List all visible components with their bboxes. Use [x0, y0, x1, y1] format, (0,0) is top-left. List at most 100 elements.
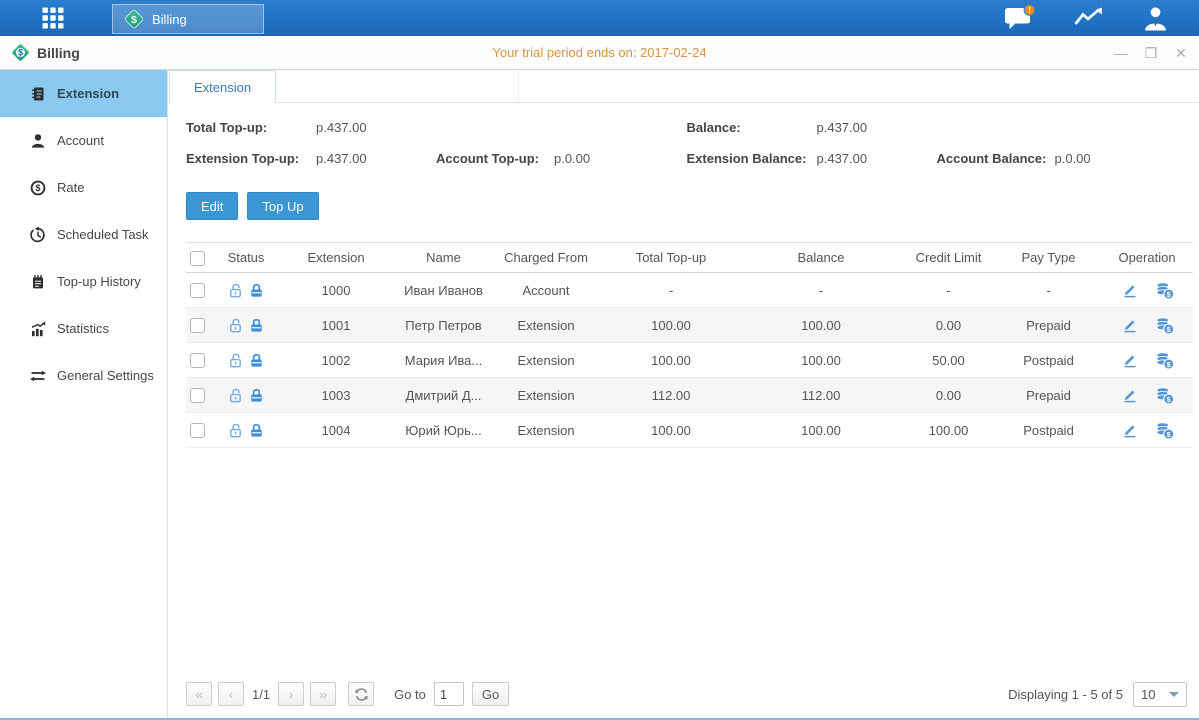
svg-text:$: $	[1166, 394, 1170, 403]
topup-row-icon[interactable]: $	[1155, 421, 1174, 440]
sidebar-item-account[interactable]: Account	[0, 117, 167, 164]
table-header-row: Status Extension Name Charged From Total…	[186, 243, 1193, 273]
notification-badge: !	[1028, 5, 1031, 15]
edit-row-icon[interactable]	[1121, 316, 1139, 334]
goto-page-input[interactable]	[434, 682, 464, 706]
edit-row-icon[interactable]	[1121, 421, 1139, 439]
unlocked-icon	[227, 282, 244, 299]
cell-total_top_up: 100.00	[601, 308, 741, 343]
billing-window-icon: $	[10, 42, 31, 63]
cell-extension: 1001	[276, 308, 396, 343]
cell-charged_from: Extension	[491, 308, 601, 343]
sidebar-label: Top-up History	[57, 274, 141, 289]
table-row[interactable]: 1000 Иван Иванов Account - - - -	[186, 273, 1193, 308]
cell-total_top_up: 100.00	[601, 413, 741, 448]
row-checkbox[interactable]	[190, 353, 205, 368]
cell-name: Петр Петров	[396, 308, 491, 343]
sidebar-item-general-settings[interactable]: General Settings	[0, 352, 167, 399]
select-all-checkbox[interactable]	[190, 251, 205, 266]
swap-arrows-icon	[30, 368, 46, 384]
extension-table-body: 1000 Иван Иванов Account - - - -	[186, 273, 1193, 448]
refresh-button[interactable]	[348, 682, 374, 706]
cell-credit_limit: 0.00	[901, 308, 996, 343]
row-checkbox[interactable]	[190, 318, 205, 333]
col-status: Status	[216, 243, 276, 273]
table-row[interactable]: 1003 Дмитрий Д... Extension 112.00 112.0…	[186, 378, 1193, 413]
table-row[interactable]: 1002 Мария Ива... Extension 100.00 100.0…	[186, 343, 1193, 378]
sidebar-item-statistics[interactable]: Statistics	[0, 305, 167, 352]
row-checkbox[interactable]	[190, 423, 205, 438]
cell-balance: 100.00	[741, 308, 901, 343]
user-account-icon[interactable]	[1142, 5, 1169, 32]
topup-row-icon[interactable]: $	[1155, 351, 1174, 370]
system-topbar: $ Billing !	[0, 0, 1199, 36]
locked-icon	[248, 352, 265, 369]
minimize-button[interactable]: —	[1113, 46, 1129, 60]
person-icon	[30, 133, 46, 149]
cell-balance: 112.00	[741, 378, 901, 413]
pagination-bar: « ‹ 1/1 › » Go to Go	[186, 670, 1187, 718]
sidebar-item-extension[interactable]: Extension	[0, 70, 167, 117]
next-page-button[interactable]: ›	[278, 682, 304, 706]
topup-row-icon[interactable]: $	[1155, 316, 1174, 335]
topup-row-icon[interactable]: $	[1155, 386, 1174, 405]
page-size-value: 10	[1141, 687, 1155, 702]
svg-text:$: $	[1166, 289, 1170, 298]
taskbar-tab-billing[interactable]: $ Billing	[112, 4, 264, 34]
resource-monitor-icon[interactable]	[1074, 6, 1104, 30]
ledger-icon	[30, 86, 46, 102]
first-page-button[interactable]: «	[186, 682, 212, 706]
edit-row-icon[interactable]	[1121, 351, 1139, 369]
page-size-select[interactable]: 10	[1133, 682, 1187, 707]
sidebar: Extension Account $ Rate	[0, 70, 168, 718]
table-row[interactable]: 1001 Петр Петров Extension 100.00 100.00…	[186, 308, 1193, 343]
sidebar-item-rate[interactable]: $ Rate	[0, 164, 167, 211]
table-row[interactable]: 1004 Юрий Юрь... Extension 100.00 100.00…	[186, 413, 1193, 448]
cell-pay_type: Prepaid	[996, 378, 1101, 413]
extension-topup-value: p.437.00	[316, 151, 436, 166]
goto-label: Go to	[394, 687, 426, 702]
col-extension: Extension	[276, 243, 396, 273]
edit-button[interactable]: Edit	[186, 192, 238, 220]
cell-name: Дмитрий Д...	[396, 378, 491, 413]
cell-extension: 1000	[276, 273, 396, 308]
cell-charged_from: Account	[491, 273, 601, 308]
page-indicator: 1/1	[252, 687, 270, 702]
sidebar-item-scheduled-task[interactable]: Scheduled Task	[0, 211, 167, 258]
tab-extension[interactable]: Extension	[169, 70, 276, 103]
sidebar-item-topup-history[interactable]: Top-up History	[0, 258, 167, 305]
cell-extension: 1003	[276, 378, 396, 413]
balance-label: Balance:	[687, 120, 817, 135]
maximize-button[interactable]: ❒	[1143, 46, 1159, 60]
svg-text:$: $	[1166, 429, 1170, 438]
top-up-button[interactable]: Top Up	[247, 192, 318, 220]
cell-balance: 100.00	[741, 343, 901, 378]
svg-text:$: $	[1166, 324, 1170, 333]
close-button[interactable]: ✕	[1173, 46, 1189, 60]
edit-row-icon[interactable]	[1121, 281, 1139, 299]
cell-pay_type: -	[996, 273, 1101, 308]
extension-table: Status Extension Name Charged From Total…	[186, 242, 1193, 448]
row-checkbox[interactable]	[190, 283, 205, 298]
topup-row-icon[interactable]: $	[1155, 281, 1174, 300]
locked-icon	[248, 282, 265, 299]
cell-name: Юрий Юрь...	[396, 413, 491, 448]
locked-icon	[248, 387, 265, 404]
prev-page-button[interactable]: ‹	[218, 682, 244, 706]
edit-row-icon[interactable]	[1121, 386, 1139, 404]
col-operation: Operation	[1101, 243, 1193, 273]
svg-text:$: $	[1166, 359, 1170, 368]
svg-text:$: $	[18, 48, 23, 58]
cell-total_top_up: 100.00	[601, 343, 741, 378]
go-button[interactable]: Go	[472, 682, 509, 706]
svg-text:$: $	[131, 14, 137, 26]
sidebar-label: Scheduled Task	[57, 227, 149, 242]
balance-value: p.437.00	[817, 120, 937, 135]
row-checkbox[interactable]	[190, 388, 205, 403]
account-topup-label: Account Top-up:	[436, 151, 554, 166]
last-page-button[interactable]: »	[310, 682, 336, 706]
messages-icon[interactable]: !	[1004, 4, 1036, 32]
billing-app-window: $ Billing !	[0, 0, 1199, 720]
app-launcher-grid-icon[interactable]	[18, 0, 88, 36]
unlocked-icon	[227, 387, 244, 404]
